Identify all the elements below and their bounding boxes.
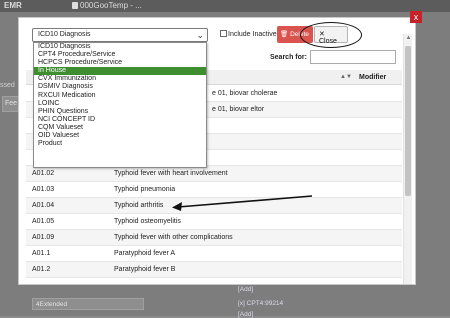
patient-tab[interactable]: 000GooTemp - ...: [80, 1, 142, 10]
include-inactive-toggle[interactable]: Include Inactive: [220, 30, 277, 38]
include-inactive-label: Include Inactive: [228, 31, 277, 38]
chevron-down-icon: ⌄: [196, 30, 204, 40]
dropdown-option[interactable]: RXCUI Medication: [34, 92, 206, 100]
sort-icon[interactable]: ▲▼: [340, 74, 352, 80]
code-type-value: ICD10 Diagnosis: [38, 31, 91, 38]
add-link[interactable]: [Add]: [238, 286, 253, 293]
include-inactive-checkbox[interactable]: [220, 30, 227, 37]
row-code: A01.05: [32, 218, 55, 225]
background-label: ssed: [0, 82, 15, 89]
dropdown-option[interactable]: CPT4 Procedure/Service: [34, 51, 206, 59]
app-title: EMR: [4, 1, 22, 10]
row-code: A01.04: [32, 202, 55, 209]
table-row[interactable]: A01.1 Paratyphoid fever A: [26, 246, 402, 262]
add-link[interactable]: [Add]: [238, 311, 253, 318]
modal-scrollbar[interactable]: ▲: [403, 34, 412, 284]
search-input[interactable]: [310, 50, 396, 64]
search-label: Search for:: [270, 54, 307, 61]
row-description: Typhoid arthritis: [114, 202, 164, 209]
dropdown-option[interactable]: OID Valueset: [34, 132, 206, 140]
row-description: Typhoid fever with other complications: [114, 234, 233, 241]
row-code: A01.03: [32, 186, 55, 193]
row-code: A01.2: [32, 266, 51, 273]
code-type-dropdown: ICD10 Diagnosis CPT4 Procedure/Service H…: [33, 42, 207, 168]
cpt4-link[interactable]: [x] CPT4:99214: [238, 300, 283, 307]
dropdown-option[interactable]: CQM Valueset: [34, 124, 206, 132]
table-row[interactable]: A01.09 Typhoid fever with other complica…: [26, 230, 402, 246]
dropdown-option[interactable]: NCI CONCEPT ID: [34, 116, 206, 124]
row-description: Paratyphoid fever A: [114, 250, 176, 257]
table-row[interactable]: A01.03 Typhoid pneumonia: [26, 182, 402, 198]
row-code: A01.02: [32, 170, 55, 177]
dropdown-option[interactable]: HCPCS Procedure/Service: [34, 59, 206, 67]
scroll-thumb[interactable]: [405, 46, 411, 196]
table-row[interactable]: A01.04 Typhoid arthritis: [26, 198, 402, 214]
dropdown-option[interactable]: DSMIV Diagnosis: [34, 83, 206, 91]
column-header-modifier[interactable]: Modifier: [359, 74, 386, 81]
table-row[interactable]: A01.02 Typhoid fever with heart involvem…: [26, 166, 402, 182]
table-row[interactable]: A01.2 Paratyphoid fever B: [26, 262, 402, 278]
dropdown-option[interactable]: LOINC: [34, 100, 206, 108]
row-description: Typhoid osteomyelitis: [114, 218, 181, 225]
row-description: e 01, biovar cholerae: [212, 90, 278, 97]
scroll-up-icon[interactable]: ▲: [404, 34, 413, 43]
modal-close-icon[interactable]: x: [410, 11, 422, 23]
row-description: Typhoid pneumonia: [114, 186, 176, 193]
row-description: Typhoid fever with heart involvement: [114, 170, 228, 177]
code-type-select[interactable]: ICD10 Diagnosis ⌄: [32, 28, 208, 42]
table-row[interactable]: A01.05 Typhoid osteomyelitis: [26, 214, 402, 230]
dropdown-option[interactable]: PHIN Questions: [34, 108, 206, 116]
row-code: A01.09: [32, 234, 55, 241]
trash-icon: 🗑: [280, 31, 289, 38]
row-description: e 01, biovar eltor: [212, 106, 265, 113]
annotation-circle: [300, 22, 362, 48]
dropdown-option[interactable]: Product: [34, 140, 206, 148]
document-icon: [72, 2, 78, 9]
dropdown-option[interactable]: CVX Immunization: [34, 75, 206, 83]
row-description: Paratyphoid fever B: [114, 266, 176, 273]
dropdown-option-highlighted[interactable]: In House: [34, 67, 206, 76]
background-row-field[interactable]: 4Extended: [32, 298, 144, 310]
app-header: EMR 000GooTemp - ...: [0, 0, 450, 12]
row-code: A01.1: [32, 250, 51, 257]
dropdown-option[interactable]: ICD10 Diagnosis: [34, 43, 206, 51]
